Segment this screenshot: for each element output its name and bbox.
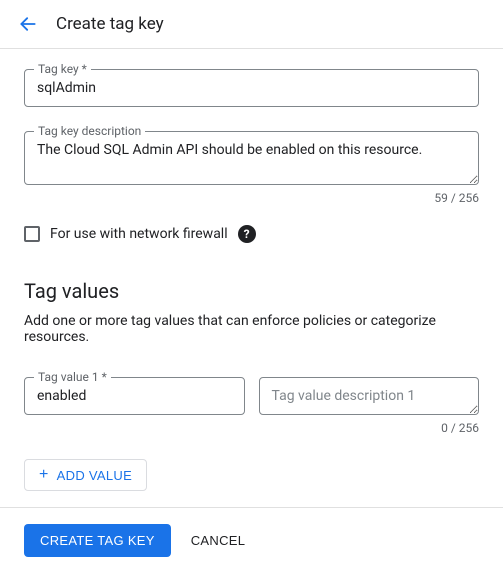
tag-values-title: Tag values <box>24 279 479 303</box>
add-value-label: ADD VALUE <box>57 468 132 483</box>
back-button[interactable] <box>16 12 40 36</box>
tag-values-desc: Add one or more tag values that can enfo… <box>24 313 479 345</box>
tag-value-field: Tag value 1 * <box>24 377 245 415</box>
tag-value-row: Tag value 1 * 0 / 256 <box>24 377 479 435</box>
page-header: Create tag key <box>0 0 503 49</box>
tag-key-field: Tag key * <box>24 69 479 107</box>
tag-key-description-field: Tag key description <box>24 131 479 189</box>
firewall-checkbox-row: For use with network firewall ? <box>24 225 479 243</box>
tag-key-description-input[interactable] <box>24 131 479 185</box>
tag-key-description-charcount: 59 / 256 <box>24 191 479 205</box>
page-title: Create tag key <box>56 14 164 34</box>
help-icon[interactable]: ? <box>238 225 256 243</box>
tag-key-input[interactable] <box>24 69 479 107</box>
tag-key-description-label: Tag key description <box>34 124 145 138</box>
firewall-checkbox[interactable] <box>24 226 40 242</box>
tag-value-desc-field <box>259 377 480 419</box>
tag-value-label: Tag value 1 * <box>34 370 111 384</box>
add-value-button[interactable]: + ADD VALUE <box>24 459 147 491</box>
tag-value-desc-charcount: 0 / 256 <box>259 421 480 435</box>
footer: CREATE TAG KEY CANCEL <box>0 507 503 573</box>
arrow-left-icon <box>18 14 38 34</box>
tag-value-desc-input[interactable] <box>259 377 480 415</box>
form-area: Tag key * Tag key description 59 / 256 F… <box>0 49 503 507</box>
cancel-button[interactable]: CANCEL <box>191 533 246 548</box>
plus-icon: + <box>39 467 49 483</box>
tag-key-label: Tag key * <box>34 62 91 76</box>
firewall-checkbox-label: For use with network firewall <box>50 226 228 242</box>
create-tag-key-button[interactable]: CREATE TAG KEY <box>24 524 171 557</box>
